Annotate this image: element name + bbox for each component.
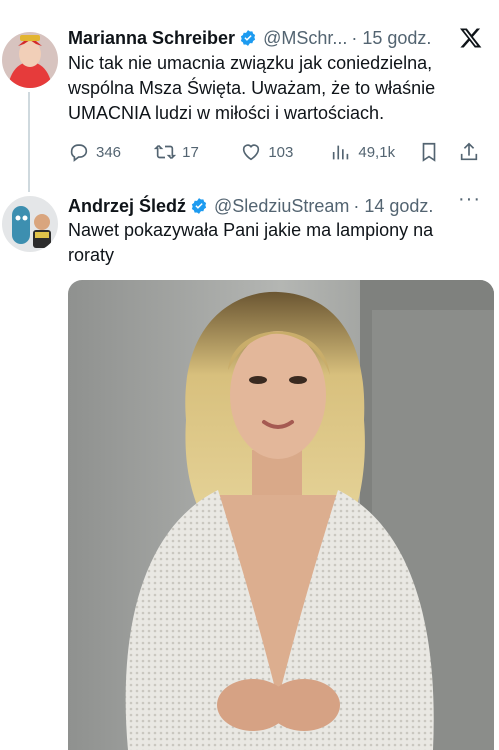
photo-image [68,280,494,750]
bookmark-button[interactable] [418,141,457,163]
views-count: 49,1k [358,143,396,161]
author-handle[interactable]: @MSchr... [263,28,347,49]
avatar-marianna[interactable] [2,32,58,88]
tweet-photo[interactable] [68,280,494,750]
like-count: 103 [268,143,294,161]
reply-button[interactable]: 346 [68,141,154,163]
like-icon [243,144,260,161]
avatar-image [2,196,58,252]
x-logo-icon [460,28,482,48]
views-button[interactable]: 49,1k [330,141,418,163]
tweet-actions: 346 17 103 49,1k [68,140,487,164]
share-icon [460,142,477,161]
share-button[interactable] [458,141,487,163]
tweet-text: Nawet pokazywała Pani jakie ma lampiony … [68,218,483,268]
bookmark-icon [423,142,436,162]
views-icon [333,145,349,160]
tweet-text: Nic tak nie umacnia związku jak coniedzi… [68,51,483,126]
tweet-text-line: wspólna Msza Święta. Uważam, że to właśn… [68,78,436,98]
reply-icon [70,144,88,162]
verified-badge-icon [191,198,207,214]
repost-button[interactable]: 17 [154,141,240,163]
repost-count: 17 [182,143,199,161]
tweet-text-line: UMACNIA ludzi w miłości i wartościach. [68,103,385,123]
thread-line [28,92,30,192]
author-handle[interactable]: @SledziuStream [214,196,349,217]
tweet-header: Andrzej Śledź @SledziuStream · 14 godz. … [68,188,489,218]
repost-icon [154,144,177,160]
verified-badge-icon [240,30,256,46]
tweet-header: Marianna Schreiber @MSchr... · 15 godz. [68,26,489,50]
tweet-1[interactable]: Marianna Schreiber @MSchr... · 15 godz. … [0,0,499,192]
more-icon[interactable]: ··· [458,188,481,211]
tweet-text-line: roraty [68,245,115,265]
reply-count: 346 [96,143,122,161]
like-button[interactable]: 103 [240,141,330,163]
tweet-text-line: Nic tak nie umacnia związku jak coniedzi… [68,53,433,73]
avatar-andrzej[interactable] [2,196,58,252]
avatar-image [2,32,58,88]
tweet-text-line: Nawet pokazywała Pani jakie ma lampiony … [68,220,434,240]
tweet-time[interactable]: · 14 godz. [353,196,433,217]
tweet-time[interactable]: · 15 godz. [351,28,431,49]
author-name[interactable]: Marianna Schreiber [68,28,235,49]
author-name[interactable]: Andrzej Śledź [68,196,186,217]
